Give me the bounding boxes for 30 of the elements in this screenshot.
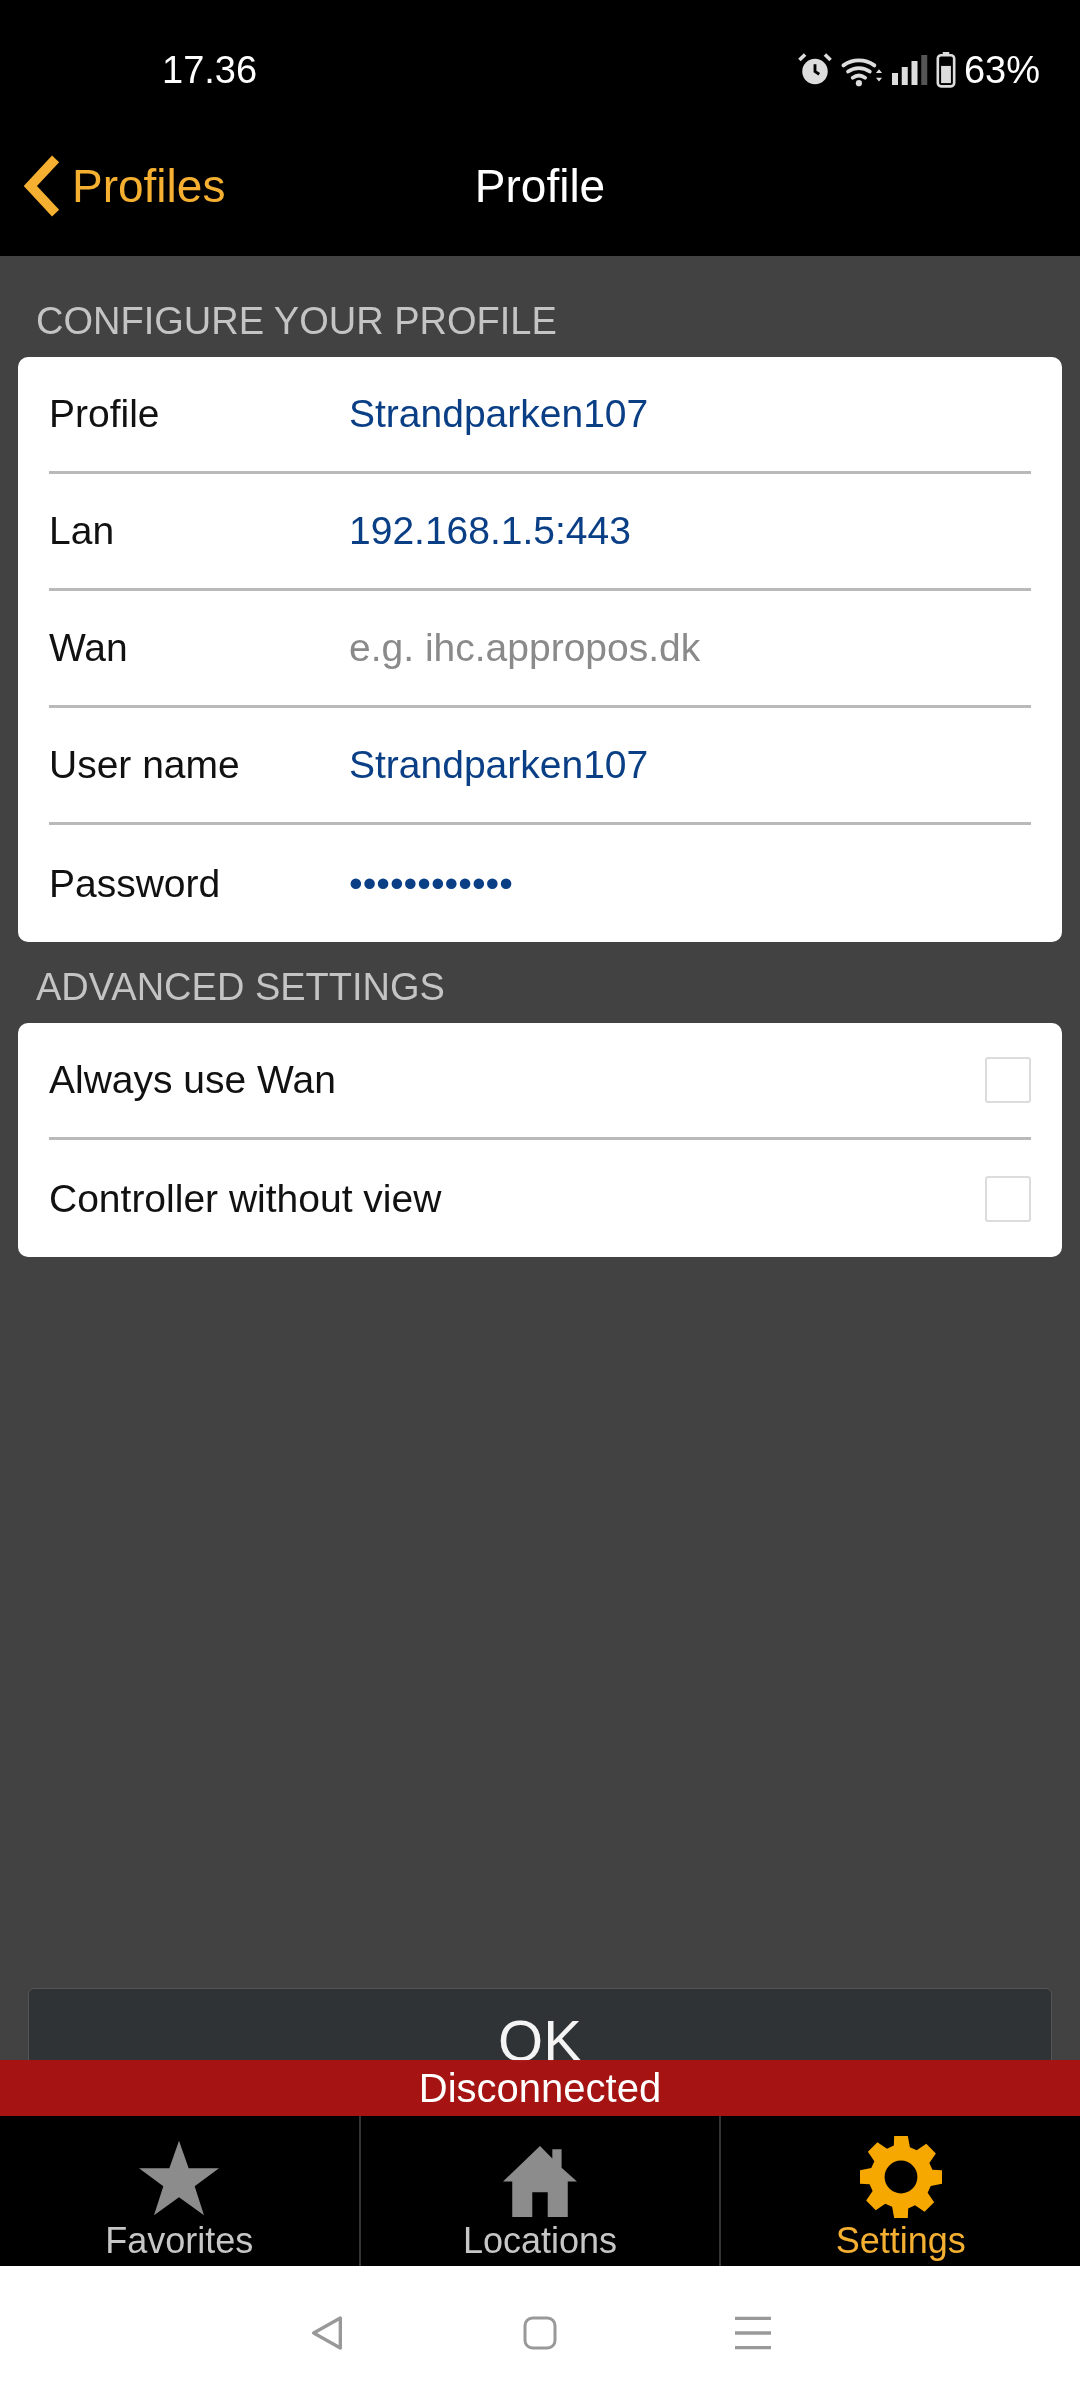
menu-icon[interactable] xyxy=(732,2315,773,2351)
section-header: CONFIGURE YOUR PROFILE xyxy=(35,299,558,344)
text-field[interactable]: e.g. ihc.appropos.dk xyxy=(349,626,1031,670)
text-field[interactable]: 192.168.1.5:443 xyxy=(349,509,1031,553)
gear-icon xyxy=(859,2136,942,2218)
star-icon xyxy=(139,2140,220,2218)
field-label: Lan xyxy=(49,509,116,553)
signal-icon xyxy=(891,55,928,85)
connection-status: Disconnected xyxy=(418,2065,662,2111)
tab[interactable]: Favorites xyxy=(0,2116,359,2266)
alarm-icon xyxy=(797,53,832,87)
screen-title: Profile xyxy=(474,159,606,213)
battery-percent: 63% xyxy=(963,48,1040,92)
field-label: Password xyxy=(49,861,222,906)
text-field[interactable]: Strandparken107 xyxy=(349,392,1031,436)
home-icon[interactable] xyxy=(522,2315,558,2351)
option-label: Controller without view xyxy=(49,1176,442,1221)
field-label: Wan xyxy=(49,626,129,670)
section-header: ADVANCED SETTINGS xyxy=(35,965,446,1010)
battery-icon xyxy=(935,52,956,88)
chevron-left-icon xyxy=(22,153,62,219)
checkbox[interactable] xyxy=(985,1175,1031,1222)
text-field[interactable]: •••••••••••• xyxy=(349,861,1031,906)
text-field[interactable]: Strandparken107 xyxy=(349,743,1031,787)
checkbox[interactable] xyxy=(985,1057,1031,1103)
option-label: Always use Wan xyxy=(49,1058,336,1102)
status-time: 17.36 xyxy=(162,48,258,92)
field-label: Profile xyxy=(49,392,161,436)
field-label: User name xyxy=(49,743,241,787)
back-button[interactable]: Profiles xyxy=(22,153,226,219)
